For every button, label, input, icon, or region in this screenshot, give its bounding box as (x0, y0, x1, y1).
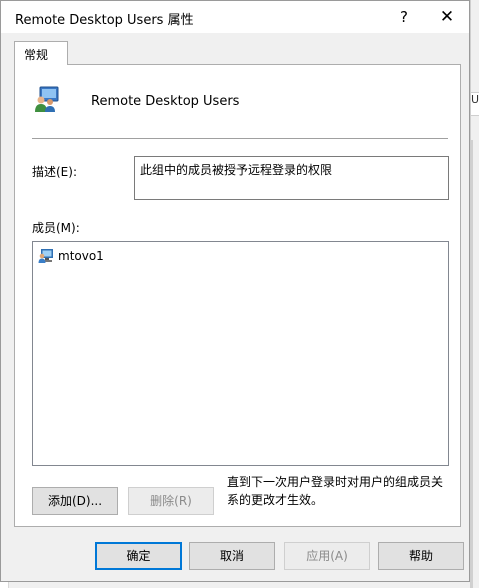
bg-fragment: Us (471, 92, 479, 116)
apply-button[interactable]: 应用(A) (284, 542, 370, 570)
member-name: mtovo1 (58, 249, 104, 263)
separator (32, 138, 448, 139)
description-label: 描述(E): (32, 165, 77, 179)
group-name: Remote Desktop Users (91, 94, 240, 109)
ok-button[interactable]: 确定 (95, 542, 182, 570)
tab-general[interactable]: 常规 (14, 41, 68, 65)
properties-dialog: Remote Desktop Users 属性 ? ✕ 常规 Remote De… (0, 0, 470, 582)
cancel-button[interactable]: 取消 (189, 542, 275, 570)
add-button[interactable]: 添加(D)... (32, 487, 118, 515)
group-change-note: 直到下一次用户登录时对用户的组成员关系的更改才生效。 (227, 475, 444, 507)
bg-divider (471, 140, 473, 588)
help-button[interactable]: 帮助 (378, 542, 464, 570)
background-window-right: Us (470, 0, 479, 588)
title-bar: Remote Desktop Users 属性 ? ✕ (1, 1, 469, 33)
help-icon[interactable]: ? (393, 6, 415, 28)
close-icon[interactable]: ✕ (433, 6, 461, 28)
user-computer-icon (38, 249, 53, 263)
list-item[interactable]: mtovo1 (38, 247, 104, 265)
description-field[interactable]: 此组中的成员被授予远程登录的权限 (134, 156, 449, 200)
members-list[interactable]: mtovo1 (32, 241, 449, 466)
members-label: 成员(M): (32, 221, 80, 235)
window-title: Remote Desktop Users 属性 (15, 13, 194, 28)
users-group-icon (35, 86, 59, 112)
remove-button[interactable]: 删除(R) (128, 487, 214, 515)
tab-general-label: 常规 (24, 48, 49, 62)
